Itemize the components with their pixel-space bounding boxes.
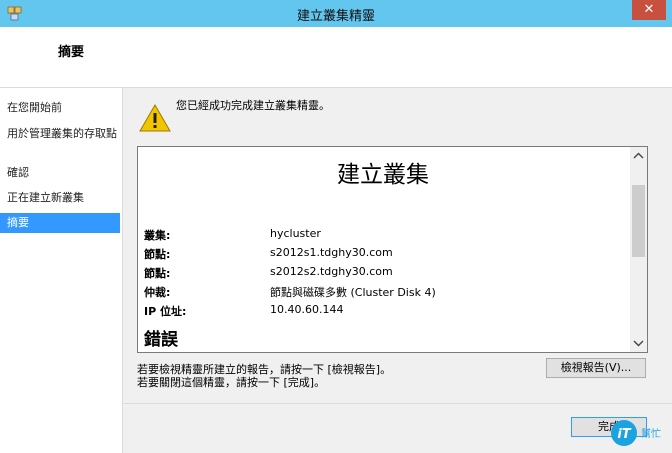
title-bar[interactable]: 建立叢集精靈 ✕: [0, 0, 672, 27]
page-title: 摘要: [58, 45, 85, 60]
chevron-up-icon[interactable]: [630, 147, 647, 164]
close-button[interactable]: ✕: [632, 0, 666, 20]
view-report-button[interactable]: 檢視報告(V)...: [546, 358, 646, 378]
sidebar-item-access-point[interactable]: 用於管理叢集的存取點: [0, 127, 120, 140]
chevron-down-icon[interactable]: [630, 335, 647, 352]
report-row-label: 節點:: [144, 248, 171, 261]
report-row-label: IP 位址:: [144, 305, 187, 318]
sidebar-item-confirmation[interactable]: 確認: [0, 166, 120, 179]
sidebar-item-creating-cluster[interactable]: 正在建立新叢集: [0, 191, 120, 204]
ithome-watermark-logo: iT 幫忙: [611, 420, 661, 446]
report-row-value: s2012s2.tdghy30.com: [270, 265, 393, 278]
window-title: 建立叢集精靈: [296, 9, 375, 24]
watermark-main: iT: [617, 427, 631, 442]
success-message: 您已經成功完成建立叢集精靈。: [176, 99, 330, 112]
report-row-label: 節點:: [144, 267, 171, 280]
report-row-value: 10.40.60.144: [270, 303, 344, 316]
sidebar-item-before-you-begin[interactable]: 在您開始前: [0, 101, 120, 114]
report-heading: 建立叢集: [337, 162, 429, 188]
finish-hint: 若要關閉這個精靈，請按一下 [完成]。: [137, 376, 326, 389]
watermark-sub: 幫忙: [641, 427, 661, 440]
report-error-heading: 錯誤: [144, 330, 178, 350]
page-header: 摘要: [0, 27, 672, 88]
report-panel[interactable]: 建立叢集 叢集: hycluster 節點: s2012s1.tdghy30.c…: [137, 146, 648, 353]
scrollbar-thumb[interactable]: [632, 185, 645, 257]
report-row-value: 節點與磁碟多數 (Cluster Disk 4): [270, 286, 436, 299]
wizard-window: 建立叢集精靈 ✕ 摘要 在您開始前 用於管理叢集的存取點 確認 正在建立新叢集 …: [0, 0, 672, 453]
report-row-value: hycluster: [270, 227, 321, 240]
sidebar-item-summary[interactable]: 摘要: [0, 213, 120, 233]
report-row-value: s2012s1.tdghy30.com: [270, 246, 393, 259]
wizard-steps-sidebar: 在您開始前 用於管理叢集的存取點 確認 正在建立新叢集 摘要: [0, 88, 123, 453]
report-row-label: 仲裁:: [144, 286, 171, 299]
warning-icon: [139, 103, 171, 132]
footer-divider: [123, 403, 672, 404]
report-row-label: 叢集:: [144, 229, 171, 242]
report-scrollbar[interactable]: [630, 147, 647, 352]
